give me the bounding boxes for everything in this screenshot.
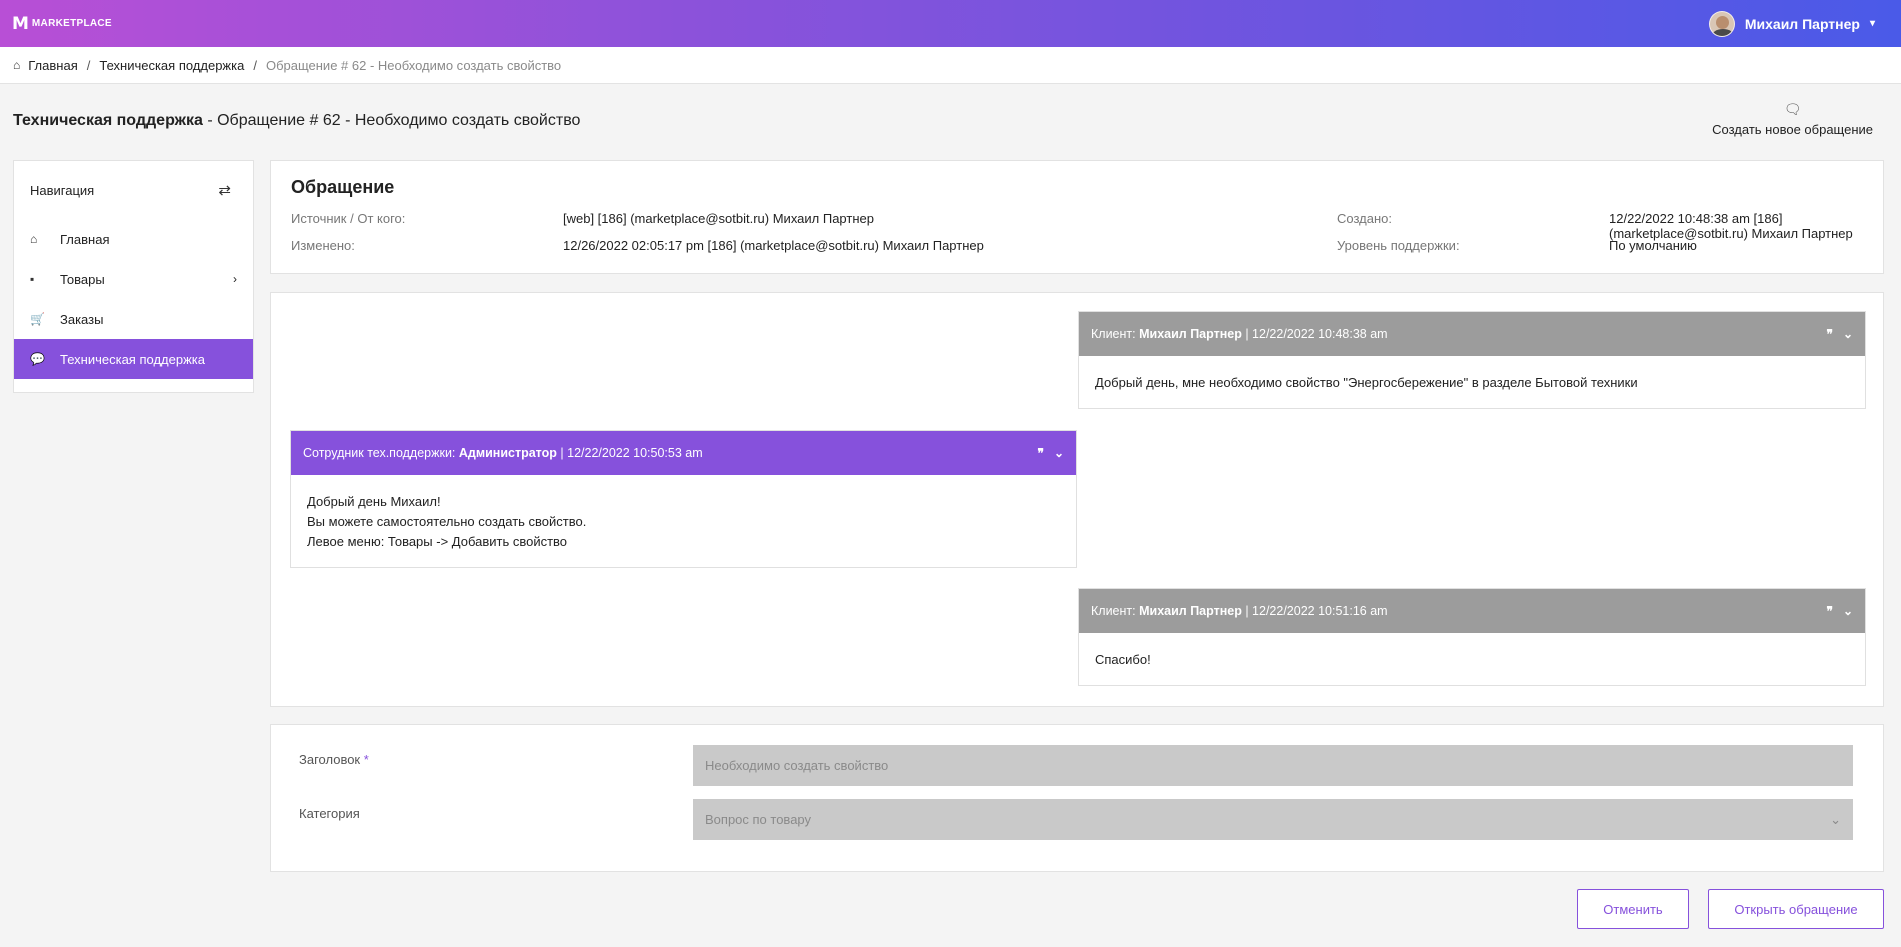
source-label: Источник / От кого: <box>291 211 406 226</box>
message-author: Михаил Партнер <box>1139 327 1242 341</box>
sidebar-item-label: Техническая поддержка <box>60 351 205 367</box>
message-time: | 12/22/2022 10:50:53 am <box>556 446 703 460</box>
title-field-value: Необходимо создать свойство <box>705 758 889 773</box>
breadcrumb-support[interactable]: Техническая поддержка <box>99 58 244 73</box>
message-tools: ❞ ⌄ <box>1826 327 1853 341</box>
source-value: [web] [186] (marketplace@sotbit.ru) Миха… <box>563 211 874 226</box>
sidebar-item-products[interactable]: ▪ Товары › <box>14 259 253 299</box>
quote-icon[interactable]: ❞ <box>1826 604 1832 618</box>
message-line: Левое меню: Товары -> Добавить свойство <box>307 534 568 549</box>
required-mark: * <box>363 752 369 767</box>
create-ticket-label: Создать новое обращение <box>1712 122 1873 137</box>
breadcrumb-separator: / <box>86 57 91 73</box>
page-title: Техническая поддержка - Обращение # 62 -… <box>13 112 580 130</box>
sidebar-item-home[interactable]: ⌂ Главная <box>14 219 253 259</box>
category-select[interactable]: Вопрос по товару ⌄ <box>693 799 1853 840</box>
message-line: Спасибо! <box>1095 652 1151 667</box>
ticket-info-card: Обращение Источник / От кого: [web] [186… <box>270 160 1884 274</box>
message-time: | 12/22/2022 10:48:38 am <box>1241 327 1388 341</box>
box-icon: ▪ <box>30 272 35 286</box>
message-header: Клиент: Михаил Партнер | 12/22/2022 10:4… <box>1079 312 1865 356</box>
home-icon: ⌂ <box>30 232 38 246</box>
ticket-title: Обращение <box>291 177 395 197</box>
title-label-text: Заголовок <box>299 752 361 767</box>
logo[interactable]: M MARKETPLACE <box>12 14 112 34</box>
support-level-value: По умолчанию <box>1609 238 1697 253</box>
messages-card: Клиент: Михаил Партнер | 12/22/2022 10:4… <box>270 292 1884 707</box>
message-client: Клиент: Михаил Партнер | 12/22/2022 10:4… <box>1078 311 1866 409</box>
message-line: Вы можете самостоятельно создать свойств… <box>307 514 587 529</box>
logo-mark: M <box>12 13 29 34</box>
message-tools: ❞ ⌄ <box>1826 604 1853 618</box>
message-author: Михаил Партнер <box>1139 604 1242 618</box>
sidebar-item-orders[interactable]: 🛒 Заказы <box>14 299 253 339</box>
title-field-label: Заголовок * <box>299 752 369 767</box>
chevron-down-icon[interactable]: ⌄ <box>1054 446 1064 460</box>
title-field[interactable]: Необходимо создать свойство <box>693 745 1853 786</box>
message-header: Сотрудник тех.поддержки: Администратор |… <box>291 431 1076 475</box>
open-ticket-button[interactable]: Открыть обращение <box>1708 889 1884 929</box>
message-meta: Сотрудник тех.поддержки: Администратор |… <box>303 446 703 460</box>
sidebar-item-support[interactable]: 💬 Техническая поддержка <box>14 339 253 379</box>
cart-icon: 🛒 <box>30 312 45 326</box>
message-role: Клиент: <box>1091 604 1140 618</box>
message-meta: Клиент: Михаил Партнер | 12/22/2022 10:5… <box>1091 604 1388 618</box>
message-tools: ❞ ⌄ <box>1037 446 1064 460</box>
support-level-label: Уровень поддержки: <box>1337 238 1460 253</box>
modified-label: Изменено: <box>291 238 355 253</box>
message-body: Добрый день, мне необходимо свойство "Эн… <box>1079 356 1865 410</box>
message-time: | 12/22/2022 10:51:16 am <box>1241 604 1388 618</box>
message-role: Клиент: <box>1091 327 1140 341</box>
sidebar-item-label: Заказы <box>60 311 104 327</box>
sidebar: Навигация ⇄ ⌂ Главная ▪ Товары › 🛒 Заказ… <box>13 160 254 393</box>
message-role: Сотрудник тех.поддержки: <box>303 446 459 460</box>
page-title-section: Техническая поддержка <box>13 112 203 129</box>
message-line: Добрый день Михаил! <box>307 494 441 509</box>
quote-icon[interactable]: ❞ <box>1826 327 1832 341</box>
message-line: Добрый день, мне необходимо свойство "Эн… <box>1095 375 1638 390</box>
swap-icon[interactable]: ⇄ <box>218 181 231 199</box>
message-body: Спасибо! <box>1079 633 1865 687</box>
created-value: 12/22/2022 10:48:38 am [186] (marketplac… <box>1609 211 1853 241</box>
top-bar: M MARKETPLACE Михаил Партнер ▾ <box>0 0 1901 47</box>
new-message-icon: 🗨 <box>1783 101 1802 117</box>
quote-icon[interactable]: ❞ <box>1037 446 1043 460</box>
sidebar-title: Навигация <box>30 182 95 198</box>
user-menu[interactable]: Михаил Партнер ▾ <box>1708 10 1875 37</box>
category-field-label: Категория <box>299 806 360 821</box>
ticket-form-card: Заголовок * Необходимо создать свойство … <box>270 724 1884 872</box>
modified-value: 12/26/2022 02:05:17 pm [186] (marketplac… <box>563 238 984 253</box>
chevron-down-icon: ▾ <box>1869 18 1875 29</box>
logo-text: MARKETPLACE <box>31 18 112 29</box>
message-author: Администратор <box>458 446 557 460</box>
sidebar-item-label: Товары <box>60 271 105 287</box>
category-select-value: Вопрос по товару <box>705 812 812 827</box>
created-label: Создано: <box>1337 211 1392 226</box>
chevron-down-icon: ⌄ <box>1830 811 1841 827</box>
page-title-rest: - Обращение # 62 - Необходимо создать св… <box>202 112 581 129</box>
user-name: Михаил Партнер <box>1744 15 1860 32</box>
create-ticket-button[interactable]: 🗨 Создать новое обращение <box>1712 101 1873 137</box>
chevron-down-icon[interactable]: ⌄ <box>1843 604 1853 618</box>
cancel-button[interactable]: Отменить <box>1577 889 1689 929</box>
chevron-right-icon: › <box>233 272 237 286</box>
sidebar-header: Навигация ⇄ <box>14 161 253 219</box>
message-client: Клиент: Михаил Партнер | 12/22/2022 10:5… <box>1078 588 1866 686</box>
breadcrumb-current: Обращение # 62 - Необходимо создать свой… <box>265 57 562 73</box>
breadcrumb-separator: / <box>253 57 257 73</box>
message-meta: Клиент: Михаил Партнер | 12/22/2022 10:4… <box>1091 327 1388 341</box>
message-body: Добрый день Михаил! Вы можете самостояте… <box>291 475 1076 569</box>
chat-icon: 💬 <box>30 352 45 366</box>
message-staff: Сотрудник тех.поддержки: Администратор |… <box>290 430 1077 568</box>
breadcrumb: ⌂ Главная / Техническая поддержка / Обра… <box>0 47 1901 84</box>
sidebar-item-label: Главная <box>60 231 110 247</box>
home-icon[interactable]: ⌂ <box>13 58 20 72</box>
avatar <box>1708 10 1735 37</box>
breadcrumb-home[interactable]: Главная <box>28 58 77 73</box>
message-header: Клиент: Михаил Партнер | 12/22/2022 10:5… <box>1079 589 1865 633</box>
chevron-down-icon[interactable]: ⌄ <box>1843 327 1853 341</box>
